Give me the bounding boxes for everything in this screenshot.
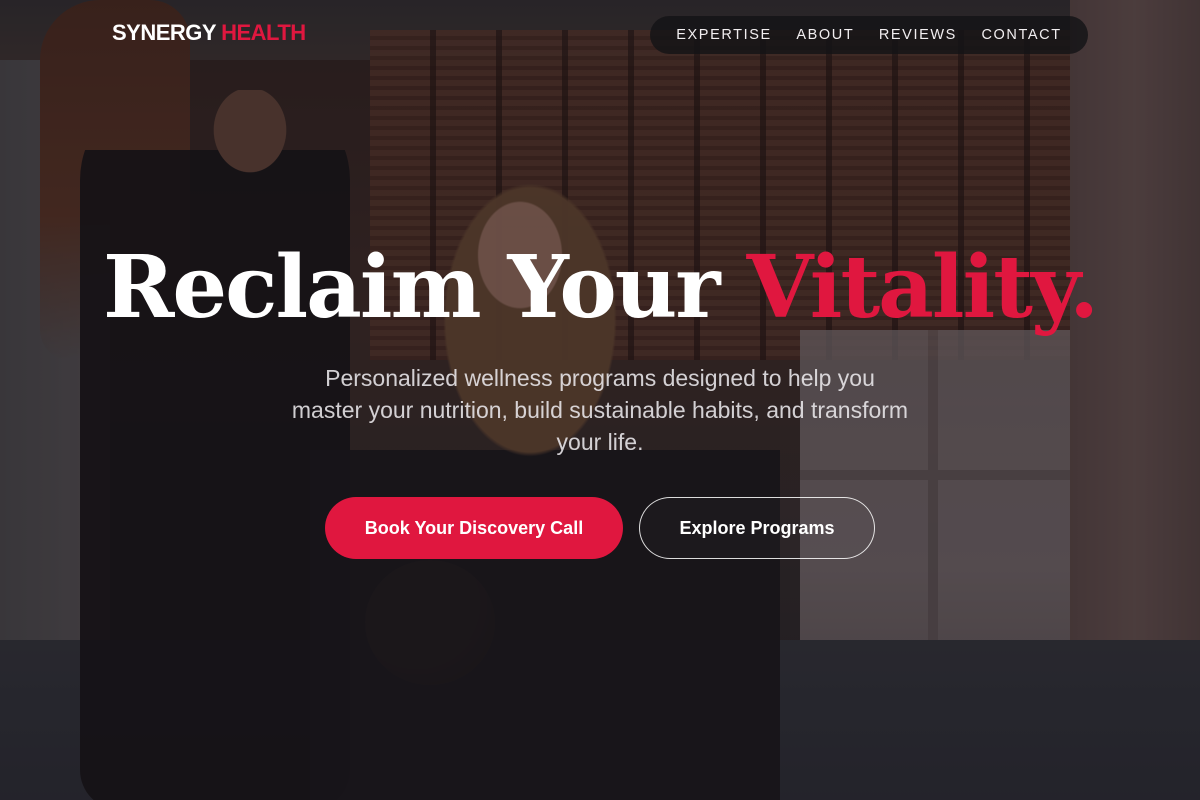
nav-item-expertise[interactable]: EXPERTISE xyxy=(676,27,772,43)
main-nav: EXPERTISE ABOUT REVIEWS CONTACT xyxy=(650,16,1088,54)
hero-cta-group: Book Your Discovery Call Explore Program… xyxy=(0,497,1200,559)
explore-programs-button[interactable]: Explore Programs xyxy=(639,497,875,559)
hero-title-main: Reclaim Your xyxy=(102,237,721,338)
nav-item-contact[interactable]: CONTACT xyxy=(981,27,1061,43)
book-discovery-call-button[interactable]: Book Your Discovery Call xyxy=(325,497,623,559)
brand-name-accent: HEALTH xyxy=(221,20,306,45)
hero-subtitle: Personalized wellness programs designed … xyxy=(291,365,909,455)
hero-title-accent: Vitality. xyxy=(746,237,1099,338)
site-header: SYNERGY HEALTH EXPERTISE ABOUT REVIEWS CO… xyxy=(0,0,1200,70)
brand-logo[interactable]: SYNERGY HEALTH xyxy=(112,20,306,46)
hero-title: Reclaim Your Vitality. xyxy=(0,236,1200,339)
brand-name-primary: SYNERGY xyxy=(112,20,217,45)
nav-item-about[interactable]: ABOUT xyxy=(796,27,854,43)
nav-item-reviews[interactable]: REVIEWS xyxy=(879,27,957,43)
